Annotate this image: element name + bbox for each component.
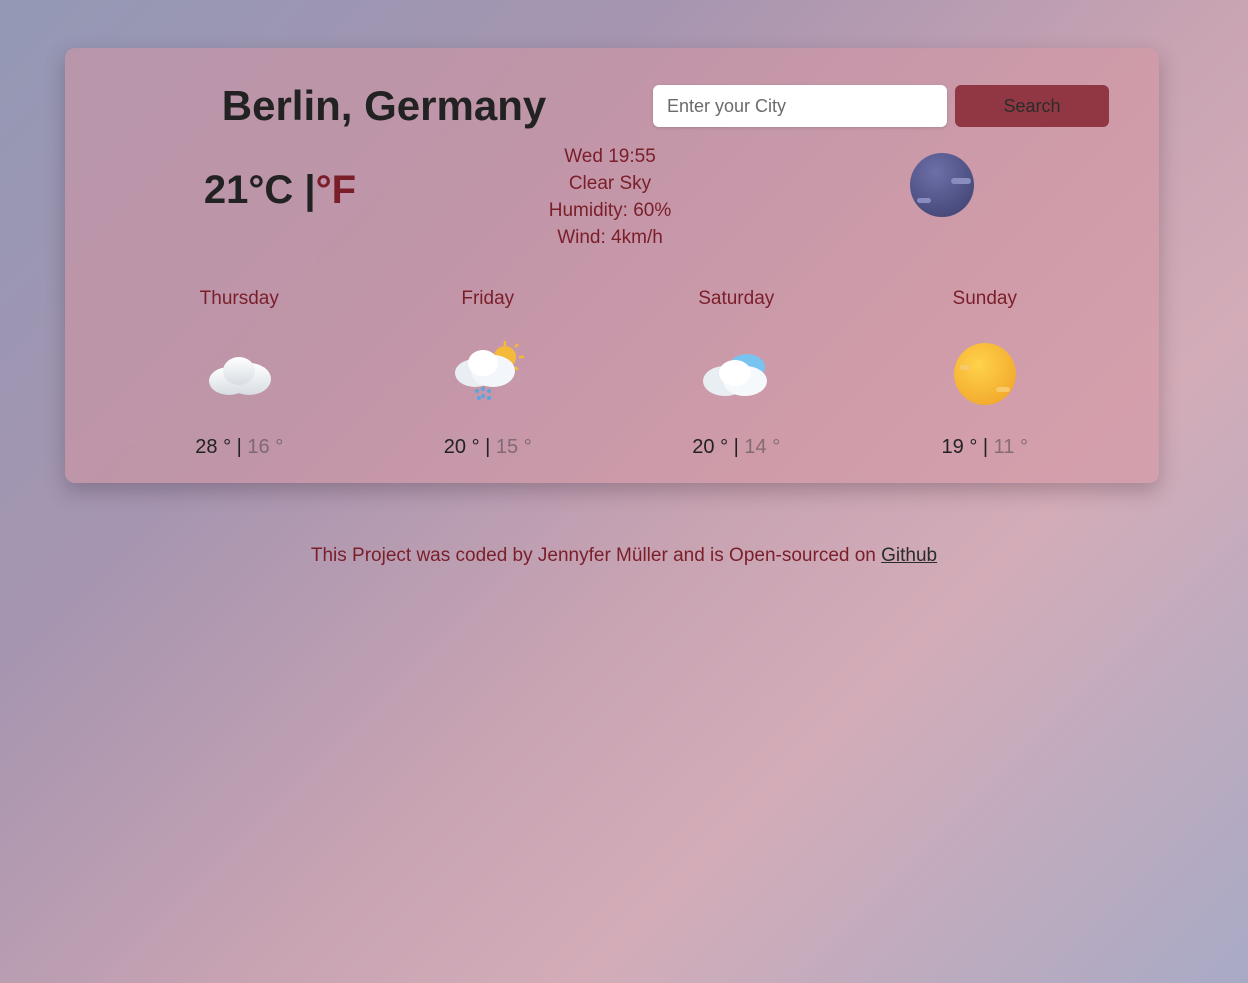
city-search-input[interactable] xyxy=(653,85,947,127)
forecast-day-name: Friday xyxy=(364,288,613,310)
sun-icon xyxy=(861,334,1110,414)
rain-sun-icon xyxy=(364,334,613,414)
search-form: Search xyxy=(653,85,1109,127)
current-humidity: Humidity: 60% xyxy=(445,198,775,225)
forecast-day-name: Thursday xyxy=(115,288,364,310)
temp-low: 16 ° xyxy=(247,436,283,458)
unit-fahrenheit[interactable]: °F xyxy=(316,168,356,212)
footer-text: This Project was coded by Jennyfer Mülle… xyxy=(311,545,881,566)
forecast-temps: 20 ° | 14 ° xyxy=(612,436,861,459)
temperature-block: 21°C |°F xyxy=(115,144,445,213)
current-conditions: 21°C |°F Wed 19:55 Clear Sky Humidity: 6… xyxy=(115,144,1109,252)
current-weather-icon-wrap xyxy=(775,144,1109,223)
current-wind: Wind: 4km/h xyxy=(445,225,775,252)
forecast-temps: 20 ° | 15 ° xyxy=(364,436,613,459)
temp-low: 11 ° xyxy=(994,436,1028,458)
temp-high: 28 ° xyxy=(195,436,231,458)
forecast-day: Thursday 28 ° | 16 ° xyxy=(115,288,364,459)
location-title: Berlin, Germany xyxy=(115,82,653,130)
forecast-day: Friday xyxy=(364,288,613,459)
temperature-value: 21 xyxy=(204,168,249,212)
forecast-temps: 19 ° | 11 ° xyxy=(861,436,1110,459)
current-datetime: Wed 19:55 xyxy=(445,144,775,171)
forecast-day-name: Sunday xyxy=(861,288,1110,310)
search-button[interactable]: Search xyxy=(955,85,1109,127)
weather-card: Berlin, Germany Search 21°C |°F Wed 19:5… xyxy=(65,48,1159,483)
current-details: Wed 19:55 Clear Sky Humidity: 60% Wind: … xyxy=(445,144,775,252)
temp-high: 19 ° xyxy=(942,436,978,458)
forecast-day-name: Saturday xyxy=(612,288,861,310)
forecast-temps: 28 ° | 16 ° xyxy=(115,436,364,459)
temp-low: 14 ° xyxy=(744,436,780,458)
temp-low: 15 ° xyxy=(496,436,532,458)
temp-high: 20 ° xyxy=(444,436,480,458)
footer-credit: This Project was coded by Jennyfer Mülle… xyxy=(0,545,1248,567)
github-link[interactable]: Github xyxy=(881,545,937,566)
unit-separator: | xyxy=(293,168,315,212)
current-condition: Clear Sky xyxy=(445,171,775,198)
partly-cloudy-icon xyxy=(612,334,861,414)
forecast-day: Saturday 20 ° | 14 ° xyxy=(612,288,861,459)
temp-high: 20 ° xyxy=(692,436,728,458)
unit-celsius[interactable]: °C xyxy=(248,168,293,212)
night-foggy-icon xyxy=(909,152,975,223)
cloud-icon xyxy=(115,334,364,414)
header-row: Berlin, Germany Search xyxy=(115,82,1109,130)
forecast-day: Sunday 19 ° | 11 ° xyxy=(861,288,1110,459)
forecast-row: Thursday 28 ° | 16 ° Friday xyxy=(115,288,1109,459)
